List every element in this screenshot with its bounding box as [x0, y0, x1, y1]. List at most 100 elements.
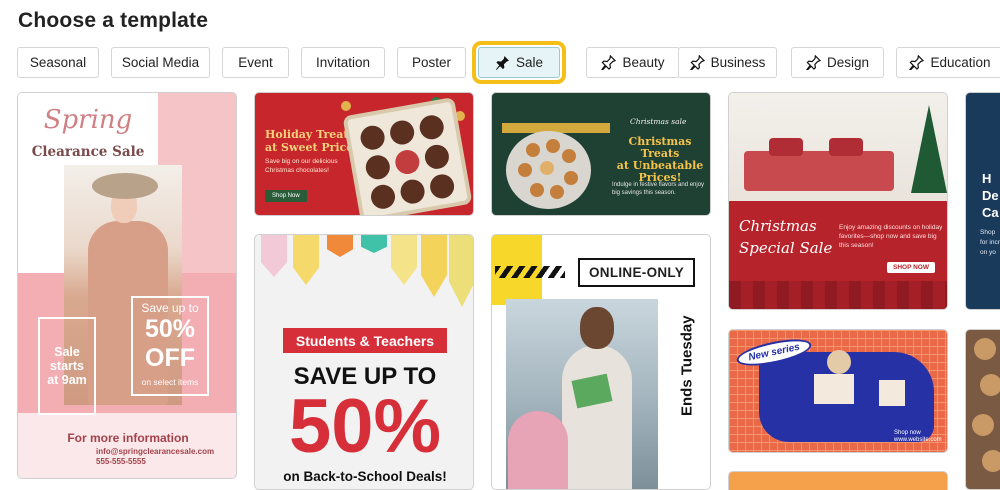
chip-poster[interactable]: Poster — [397, 47, 466, 78]
pencil — [449, 235, 473, 307]
discount-percent: 50% — [288, 384, 442, 469]
students-banner: Students & Teachers — [283, 328, 447, 353]
save-up-to: Save up to — [141, 301, 199, 315]
christmas-treats-body: Indulge in festive flavors and enjoy big… — [612, 182, 705, 196]
pin-outline-icon — [806, 55, 821, 70]
bed — [744, 151, 894, 191]
chip-label: Business — [710, 55, 766, 70]
chip-social-media[interactable]: Social Media — [111, 47, 210, 78]
template-card-back-to-school[interactable]: Students & Teachers SAVE UP TO 50% on Ba… — [254, 234, 474, 490]
back-to-school-footer: on Back-to-School Deals! — [283, 469, 447, 484]
template-card-partial-cookies[interactable] — [965, 329, 1000, 490]
cookie — [564, 171, 578, 185]
spring-title: Spring — [43, 105, 133, 135]
partial-text: De — [982, 188, 999, 203]
template-card-online-only[interactable]: ONLINE-ONLY Ends Tuesday — [491, 234, 711, 490]
chip-business[interactable]: Business — [678, 47, 777, 78]
chip-education[interactable]: Education — [896, 47, 1000, 78]
chip-label: Poster — [411, 55, 452, 70]
discount-off: OFF — [145, 344, 195, 372]
more-info: For more information — [67, 431, 189, 445]
template-card-partial[interactable]: H De Ca Shop for incr on yo — [965, 92, 1000, 310]
chip-sale[interactable]: Sale — [472, 41, 566, 84]
pencil — [391, 235, 417, 285]
template-card-partial-bottom[interactable] — [728, 471, 948, 490]
christmas-sale-tag: Christmas sale — [630, 117, 687, 126]
ends-tuesday-text: Ends Tuesday — [678, 315, 696, 417]
cookie — [546, 139, 560, 153]
chip-label: Seasonal — [29, 55, 87, 70]
chocolate — [428, 172, 457, 201]
partial-text: Ca — [982, 205, 999, 220]
hazard-stripe — [495, 266, 565, 278]
pin-outline-icon — [601, 55, 617, 70]
cookie — [982, 450, 1000, 472]
template-card-christmas-special[interactable]: Christmas Special Sale Enjoy amazing dis… — [728, 92, 948, 310]
template-card-spring-clearance[interactable]: Spring Clearance Sale Sale starts at 9am… — [17, 92, 237, 479]
cookie — [518, 163, 532, 177]
cta-line: Shop now — [894, 430, 921, 436]
ornament-icon — [341, 101, 351, 111]
pin-outline-icon — [689, 55, 705, 70]
contact-email: info@springclearancesale.com — [96, 447, 215, 456]
chip-design[interactable]: Design — [791, 47, 884, 78]
pillow — [769, 138, 803, 156]
chocolate — [388, 118, 417, 147]
christmas-treats-title: Christmas Treats at Unbeatable Prices! — [610, 136, 710, 184]
chip-invitation[interactable]: Invitation — [301, 47, 385, 78]
christmas-special-title: Christmas — [739, 217, 817, 235]
cookie — [980, 374, 1000, 396]
student-figure — [562, 345, 632, 489]
nutcracker-figure — [393, 148, 422, 176]
partial-small: for incr — [980, 239, 1000, 246]
chip-label: Social Media — [121, 55, 200, 70]
pencil — [293, 235, 319, 285]
tree-silhouettes — [729, 281, 947, 309]
cookie — [562, 149, 576, 163]
pedestal — [879, 380, 905, 406]
christmas-tree — [911, 105, 947, 193]
partial-small: Shop — [980, 229, 996, 236]
pillow — [829, 138, 863, 156]
chocolate — [358, 123, 387, 152]
template-card-new-series[interactable]: New series Shop now www.website.com — [728, 329, 948, 453]
cookie — [526, 143, 540, 157]
cookie-tin — [506, 131, 591, 209]
chocolate — [398, 177, 427, 206]
student-figure — [508, 411, 568, 489]
page-title: Choose a template — [18, 9, 209, 32]
chip-beauty[interactable]: Beauty — [586, 47, 680, 78]
chip-label: Education — [930, 55, 991, 70]
cta-line: www.website.com — [894, 437, 942, 443]
pin-filled-icon — [495, 55, 510, 70]
sale-starts-line: at 9am — [47, 373, 87, 387]
chocolate — [369, 182, 397, 211]
template-card-holiday-treats[interactable]: Holiday Treats at Sweet Prices! Save big… — [254, 92, 474, 216]
sale-starts-line: starts — [49, 359, 85, 373]
holiday-title-line: at Sweet Prices! — [265, 141, 365, 154]
shop-now-button: Shop Now — [265, 190, 307, 202]
chocolate — [422, 142, 451, 171]
chocolate — [417, 113, 446, 142]
template-card-christmas-treats[interactable]: Christmas sale Christmas Treats at Unbea… — [491, 92, 711, 216]
cookie — [530, 183, 544, 197]
holiday-body: Save big on our delicious Christmas choc… — [265, 158, 338, 174]
chip-label: Invitation — [315, 55, 371, 70]
chip-label: Event — [238, 55, 273, 70]
chip-event[interactable]: Event — [222, 47, 289, 78]
partial-text: H — [982, 171, 992, 186]
title-line: Christmas Treats — [628, 135, 692, 160]
pin-outline-icon — [909, 55, 925, 70]
ornament-icon — [455, 111, 465, 121]
contact-phone: 555-555-5555 — [96, 457, 146, 466]
cookie — [972, 414, 994, 436]
on-select-items: on select items — [141, 377, 199, 387]
cookie — [540, 161, 554, 175]
chip-label: Design — [826, 55, 870, 70]
category-chip-bar: Seasonal Social Media Event Invitation P… — [17, 41, 1000, 84]
sale-starts-text: Sale starts at 9am — [38, 345, 96, 387]
pencil — [361, 235, 387, 253]
chip-seasonal[interactable]: Seasonal — [17, 47, 99, 78]
cookie — [974, 338, 996, 360]
shop-now-button: SHOP NOW — [887, 262, 935, 273]
